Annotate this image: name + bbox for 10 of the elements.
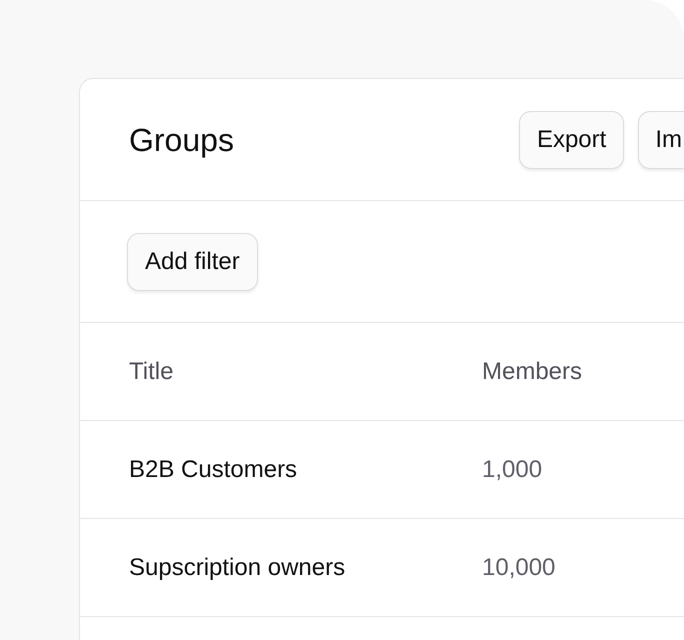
column-header: Title [129,356,174,386]
page-title: Groups [129,120,234,160]
add-filter-button[interactable]: Add filter [127,232,258,290]
table-cell-text: B2B Customers [129,454,298,484]
table-cell-text: 1,000 [482,454,542,484]
table-cell-text: 10,000 [482,552,556,582]
column-header: Members [482,356,582,386]
table-cell-text: Supscription owners [129,552,346,582]
action-button[interactable]: Export [518,110,624,168]
action-button[interactable]: Im [638,110,684,168]
